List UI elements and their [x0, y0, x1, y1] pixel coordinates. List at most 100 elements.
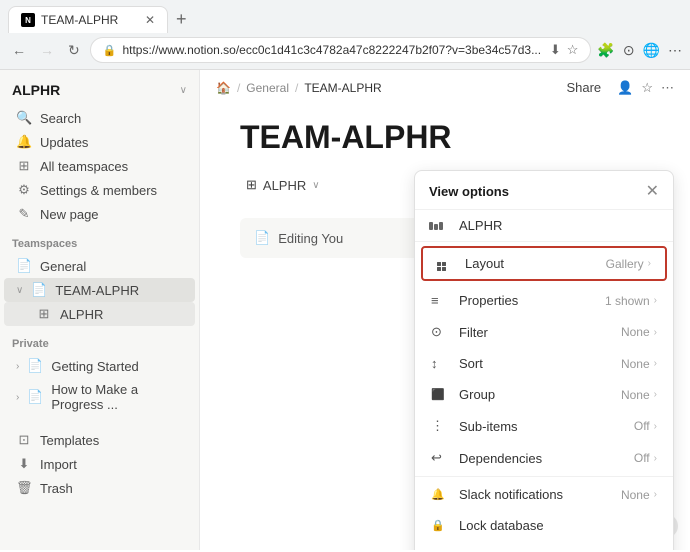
active-tab[interactable]: N TEAM-ALPHR ✕ [8, 6, 168, 33]
view-options-properties-item[interactable]: ≡ Properties 1 shown › [417, 285, 671, 316]
sidebar-item-templates[interactable]: ⊡ Templates [4, 428, 195, 452]
view-options-title: View options [429, 184, 509, 199]
sidebar-item-progress[interactable]: › 📄 How to Make a Progress ... [4, 378, 195, 416]
header-actions: Share 👤 ☆ ⋯ [558, 76, 674, 99]
view-options-group-item[interactable]: ⬛ Group None › [417, 379, 671, 410]
sidebar-settings-label: Settings & members [40, 183, 157, 198]
sort-icon: ↕ [431, 356, 451, 371]
slack-value: None › [621, 488, 657, 502]
sidebar-item-import[interactable]: ⬇ Import [4, 452, 195, 476]
sidebar-item-search[interactable]: 🔍 Search [4, 106, 195, 130]
view-grid-icon: ⊞ [246, 177, 257, 193]
sidebar-item-general[interactable]: 📄 General [4, 254, 195, 278]
breadcrumb-parent: General [246, 81, 289, 95]
copy-link-label: Copy link to view [459, 549, 657, 550]
refresh-button[interactable]: ↻ [64, 40, 84, 61]
sidebar-item-settings[interactable]: ⚙ Settings & members [4, 178, 195, 202]
lock-label: Lock database [459, 518, 657, 533]
getting-started-chevron: › [16, 361, 19, 372]
sidebar-item-team-alphr[interactable]: ∨ 📄 TEAM-ALPHR [4, 278, 195, 302]
sidebar-teamspaces-label: All teamspaces [40, 159, 128, 174]
star-icon: ☆ [567, 42, 579, 58]
sidebar-item-new-page[interactable]: ✎ New page [4, 202, 195, 226]
main-content: 🏠 / General / TEAM-ALPHR Share 👤 ☆ ⋯ TEA… [200, 70, 690, 550]
view-options-layout-item[interactable]: Layout Gallery › [421, 246, 667, 281]
header-star-icon: ☆ [641, 80, 653, 96]
group-value: None › [621, 388, 657, 402]
progress-icon: 📄 [27, 389, 43, 405]
extensions-icon: 🧩 [597, 42, 614, 59]
sidebar-item-alphr[interactable]: ⊞ ALPHR [4, 302, 195, 326]
properties-icon: ≡ [431, 293, 451, 308]
sidebar-item-getting-started[interactable]: › 📄 Getting Started [4, 354, 195, 378]
filter-icon: ⊙ [431, 324, 451, 340]
tab-close-button[interactable]: ✕ [145, 13, 155, 27]
browser-chrome: N TEAM-ALPHR ✕ + ← → ↻ 🔒 https://www.not… [0, 0, 690, 70]
sidebar-header: ALPHR ∨ [0, 78, 199, 106]
sidebar-item-updates[interactable]: 🔔 Updates [4, 130, 195, 154]
alphr-grid-icon: ⊞ [36, 306, 52, 322]
filter-chevron: › [654, 327, 657, 338]
tab-title: TEAM-ALPHR [41, 13, 139, 27]
sidebar-new-page-label: New page [40, 207, 99, 222]
search-icon: 🔍 [16, 110, 32, 126]
layout-chevron: › [648, 258, 651, 269]
new-tab-button[interactable]: + [172, 9, 191, 30]
share-button[interactable]: Share [558, 76, 609, 99]
view-options-subitems-item[interactable]: ⋮ Sub-items Off › [417, 410, 671, 442]
back-button[interactable]: ← [8, 40, 30, 60]
bottom-sidebar-section: ⊡ Templates ⬇ Import 🗑 Trash [0, 428, 199, 500]
download-icon: ⬇ [550, 42, 561, 58]
workspace-chevron: ∨ [180, 85, 187, 96]
tab-bar: N TEAM-ALPHR ✕ + [0, 0, 690, 33]
url-bar[interactable]: 🔒 https://www.notion.so/ecc0c1d41c3c4782… [90, 37, 592, 63]
view-options-divider [415, 476, 673, 477]
group-icon: ⬛ [431, 388, 451, 401]
sidebar-progress-label: How to Make a Progress ... [51, 382, 183, 412]
sidebar-item-all-teamspaces[interactable]: ⊞ All teamspaces [4, 154, 195, 178]
forward-button[interactable]: → [36, 40, 58, 60]
vo-view-name-text: ALPHR [459, 218, 659, 233]
updates-icon: 🔔 [16, 134, 32, 150]
view-name-button[interactable]: ⊞ ALPHR ∨ [240, 173, 326, 197]
profile-icon: ⊙ [623, 42, 635, 59]
page-title: TEAM-ALPHR [240, 119, 650, 156]
getting-started-icon: 📄 [27, 358, 43, 374]
breadcrumb-sep1: / [237, 81, 240, 95]
tab-favicon: N [21, 13, 35, 27]
sidebar-item-trash[interactable]: 🗑 Trash [4, 476, 195, 500]
view-options-filter-item[interactable]: ⊙ Filter None › [417, 316, 671, 348]
subitems-label: Sub-items [459, 419, 634, 434]
slack-icon: 🔔 [431, 488, 451, 501]
layout-icon [437, 257, 457, 271]
view-options-lock-item[interactable]: 🔒 Lock database [417, 510, 671, 541]
filter-label: Filter [459, 325, 621, 340]
slack-chevron: › [654, 489, 657, 500]
breadcrumb-current: TEAM-ALPHR [304, 81, 381, 95]
subitems-value: Off › [634, 419, 657, 433]
lock-db-icon: 🔒 [431, 519, 451, 532]
breadcrumb-sep2: / [295, 81, 298, 95]
subitems-icon: ⋮ [431, 418, 451, 434]
view-options-header: View options ✕ [415, 171, 673, 210]
view-options-sort-item[interactable]: ↕ Sort None › [417, 348, 671, 379]
trash-icon: 🗑 [16, 480, 32, 496]
dependencies-icon: ↩ [431, 450, 451, 466]
private-section-label: Private [0, 326, 199, 354]
header-more-icon: ⋯ [661, 80, 674, 96]
view-options-close-button[interactable]: ✕ [646, 181, 659, 201]
view-options-slack-item[interactable]: 🔔 Slack notifications None › [417, 479, 671, 510]
view-options-dependencies-item[interactable]: ↩ Dependencies Off › [417, 442, 671, 474]
view-name-label: ALPHR [263, 178, 306, 193]
team-alphr-icon: 📄 [31, 282, 47, 298]
progress-chevron: › [16, 392, 19, 403]
view-options-copy-link-item[interactable]: 🔗 Copy link to view [417, 541, 671, 550]
sidebar-team-alphr-label: TEAM-ALPHR [55, 283, 139, 298]
dependencies-chevron: › [654, 453, 657, 464]
properties-label: Properties [459, 293, 605, 308]
settings-icon: ⚙ [16, 182, 32, 198]
editing-card-text: Editing You [278, 231, 343, 246]
subitems-chevron: › [654, 421, 657, 432]
url-text: https://www.notion.so/ecc0c1d41c3c4782a4… [122, 43, 543, 57]
templates-icon: ⊡ [16, 432, 32, 448]
